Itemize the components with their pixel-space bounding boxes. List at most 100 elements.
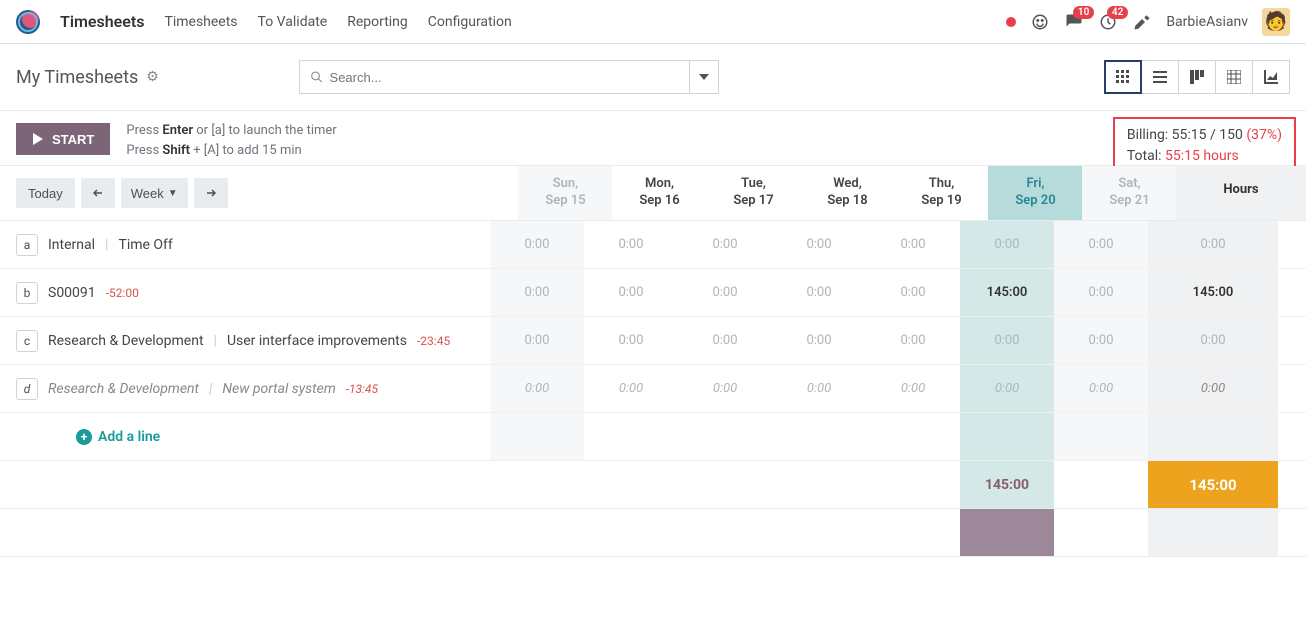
time-cell[interactable]: 0:00 (866, 365, 960, 412)
plus-icon: + (76, 429, 92, 445)
row-key[interactable]: b (16, 282, 38, 304)
control-row: My Timesheets ⚙ (0, 44, 1306, 110)
table-row: bS00091-52:000:000:000:000:000:00145:000… (0, 269, 1306, 317)
messages-icon[interactable]: 10 (1064, 12, 1084, 32)
start-button[interactable]: START (16, 123, 110, 155)
time-cell[interactable]: 145:00 (960, 269, 1054, 316)
time-cell[interactable]: 0:00 (490, 365, 584, 412)
separator: | (214, 333, 217, 349)
prev-button[interactable] (81, 178, 115, 208)
time-cell[interactable]: 0:00 (960, 221, 1054, 268)
app-icon[interactable] (16, 10, 40, 34)
graph-icon (1264, 70, 1278, 84)
view-list[interactable] (1141, 60, 1179, 94)
empty-hours-cell (1148, 413, 1278, 460)
search-dropdown[interactable] (689, 60, 719, 94)
topbar-left: Timesheets Timesheets To Validate Report… (16, 10, 512, 34)
task-name: User interface improvements (227, 333, 407, 349)
today-button[interactable]: Today (16, 178, 75, 208)
time-cell[interactable]: 0:00 (772, 365, 866, 412)
topbar-right: 10 42 BarbieAsianv 🧑 (1006, 8, 1290, 36)
time-cell[interactable]: 0:00 (772, 269, 866, 316)
app-name: Timesheets (60, 12, 144, 31)
search-input[interactable] (330, 70, 679, 85)
total-cell (866, 461, 960, 508)
totals-row: 145:00 145:00 (0, 461, 1306, 509)
time-cell[interactable]: 0:00 (584, 269, 678, 316)
topbar: Timesheets Timesheets To Validate Report… (0, 0, 1306, 44)
nav-row: Today Week ▼ Sun,Sep 15Mon,Sep 16Tue,Sep… (0, 166, 1306, 221)
time-cell[interactable]: 0:00 (678, 365, 772, 412)
time-cell[interactable]: 0:00 (772, 221, 866, 268)
avatar[interactable]: 🧑 (1262, 8, 1290, 36)
time-cell[interactable]: 0:00 (678, 317, 772, 364)
total-line: Total: 55:15 hours (1127, 146, 1282, 167)
nav-timesheets[interactable]: Timesheets (164, 14, 237, 30)
foot-row (0, 509, 1306, 557)
time-cell[interactable]: 0:00 (678, 221, 772, 268)
project-name: Internal (48, 237, 95, 253)
title-wrap: My Timesheets ⚙ (16, 67, 159, 88)
row-label[interactable]: aInternal|Time Off (0, 221, 490, 268)
grid-body: aInternal|Time Off0:000:000:000:000:000:… (0, 221, 1306, 413)
overtime-badge: -52:00 (106, 286, 139, 300)
hours-header: Hours (1176, 166, 1306, 220)
empty-cell (866, 413, 960, 460)
debug-tools-icon[interactable] (1132, 12, 1152, 32)
view-switcher (1105, 60, 1290, 94)
time-cell[interactable]: 0:00 (1054, 317, 1148, 364)
table-row: aInternal|Time Off0:000:000:000:000:000:… (0, 221, 1306, 269)
activities-icon[interactable]: 42 (1098, 12, 1118, 32)
time-cell[interactable]: 0:00 (1054, 365, 1148, 412)
separator: | (209, 381, 212, 397)
row-key[interactable]: d (16, 378, 38, 400)
arrow-left-icon (93, 188, 103, 198)
nav-reporting[interactable]: Reporting (347, 14, 408, 30)
gear-icon[interactable]: ⚙ (146, 69, 159, 85)
time-cell[interactable]: 0:00 (490, 269, 584, 316)
view-pivot[interactable] (1215, 60, 1253, 94)
add-line-button[interactable]: + Add a line (16, 429, 160, 445)
time-cell[interactable]: 0:00 (866, 221, 960, 268)
timer-hints: Press Enter or [a] to launch the timer P… (126, 121, 336, 160)
nav-configuration[interactable]: Configuration (428, 14, 512, 30)
time-cell[interactable]: 0:00 (960, 317, 1054, 364)
foot-cell (772, 509, 866, 556)
time-cell[interactable]: 0:00 (490, 221, 584, 268)
time-cell[interactable]: 0:00 (772, 317, 866, 364)
billing-line: Billing: 55:15 / 150 (37%) (1127, 125, 1282, 146)
row-label[interactable]: cResearch & Development|User interface i… (0, 317, 490, 364)
totals-label (0, 461, 490, 508)
view-kanban[interactable] (1178, 60, 1216, 94)
empty-cell (960, 413, 1054, 460)
activities-badge: 42 (1107, 6, 1128, 19)
time-cell[interactable]: 0:00 (584, 221, 678, 268)
support-icon[interactable] (1030, 12, 1050, 32)
foot-cell (1054, 509, 1148, 556)
time-cell[interactable]: 0:00 (1054, 221, 1148, 268)
time-cell[interactable]: 0:00 (490, 317, 584, 364)
hint-1: Press Enter or [a] to launch the timer (126, 121, 336, 141)
time-cell[interactable]: 0:00 (960, 365, 1054, 412)
user-name[interactable]: BarbieAsianv (1166, 14, 1248, 30)
day-header: Sat,Sep 21 (1082, 166, 1176, 220)
row-key[interactable]: a (16, 234, 38, 256)
view-grid[interactable] (1104, 60, 1142, 94)
total-cell (490, 461, 584, 508)
next-button[interactable] (194, 178, 228, 208)
time-cell[interactable]: 0:00 (866, 269, 960, 316)
row-key[interactable]: c (16, 330, 38, 352)
time-cell[interactable]: 0:00 (678, 269, 772, 316)
row-label[interactable]: dResearch & Development|New portal syste… (0, 365, 490, 412)
foot-cell (678, 509, 772, 556)
nav-to-validate[interactable]: To Validate (258, 14, 328, 30)
time-cell[interactable]: 0:00 (866, 317, 960, 364)
search-box[interactable] (299, 60, 689, 94)
total-cell (772, 461, 866, 508)
time-cell[interactable]: 0:00 (584, 317, 678, 364)
time-cell[interactable]: 0:00 (584, 365, 678, 412)
row-label[interactable]: bS00091-52:00 (0, 269, 490, 316)
view-graph[interactable] (1252, 60, 1290, 94)
period-selector[interactable]: Week ▼ (121, 178, 188, 208)
time-cell[interactable]: 0:00 (1054, 269, 1148, 316)
